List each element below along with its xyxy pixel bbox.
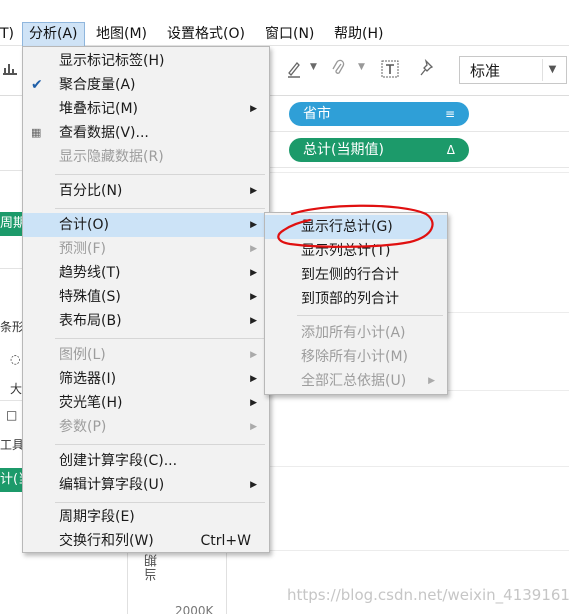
- menu-item-remove-all-subtotals: 移除所有小计(M): [301, 349, 409, 365]
- menu-separator: [55, 338, 265, 339]
- sort-icon: ≡: [444, 107, 455, 121]
- chevron-down-icon[interactable]: ▼: [310, 62, 317, 72]
- menu-item-edit-calculated-field[interactable]: 编辑计算字段(U) ▶: [23, 473, 269, 497]
- menu-help[interactable]: 帮助(H): [328, 22, 389, 46]
- paperclip-icon[interactable]: [331, 59, 345, 81]
- menu-item-filters[interactable]: 筛选器(I) ▶: [23, 367, 269, 391]
- menu-item-special-values[interactable]: 特殊值(S) ▶: [23, 285, 269, 309]
- menu-item-stack-marks[interactable]: 堆叠标记(M) ▶: [23, 97, 269, 121]
- chevron-right-icon: ▶: [250, 398, 257, 408]
- menu-separator: [55, 502, 265, 503]
- menu-item-create-calculated-field[interactable]: 创建计算字段(C)...: [23, 449, 269, 473]
- province-pill-label: 省市: [303, 106, 331, 122]
- total-measure-label: 总计(当期值): [303, 142, 384, 158]
- pin-icon[interactable]: [420, 58, 436, 81]
- menu-item-cycle-fields[interactable]: 周期字段(E): [23, 505, 269, 529]
- watermark: https://blog.csdn.net/weixin_41391619: [287, 586, 569, 604]
- analysis-menu: 显示标记标签(H) ✔ 聚合度量(A) 堆叠标记(M) ▶ ▦ 查看数据(V)..…: [22, 46, 270, 553]
- divider: [0, 400, 22, 401]
- chevron-right-icon: ▶: [428, 376, 435, 386]
- chevron-right-icon: ▶: [250, 480, 257, 490]
- menu-item-parameters: 参数(P) ▶: [23, 415, 269, 439]
- left-panel: 周期 条形图 ◌ 大 □ 工具 计(当: [0, 96, 22, 614]
- checkmark-icon: ✔: [31, 77, 43, 93]
- menu-separator: [297, 315, 443, 316]
- chevron-down-icon[interactable]: ▼: [358, 62, 365, 72]
- menu-item-view-data[interactable]: ▦ 查看数据(V)...: [23, 121, 269, 145]
- menu-format[interactable]: 设置格式(O): [161, 22, 251, 46]
- divider: [0, 268, 22, 269]
- menu-separator: [55, 174, 265, 175]
- menu-item-total-all-using: 全部汇总依据(U) ▶: [265, 369, 447, 393]
- fit-select-value: 标准: [470, 62, 501, 80]
- menu-item-add-all-subtotals: 添加所有小计(A): [301, 325, 406, 341]
- divider: [270, 466, 569, 467]
- chevron-right-icon: ▶: [250, 220, 257, 230]
- shortcut-label: Ctrl+W: [200, 533, 251, 549]
- divider: [127, 550, 128, 614]
- menu-item-trend-lines[interactable]: 趋势线(T) ▶: [23, 261, 269, 285]
- total-measure-pill[interactable]: 总计(当期值) Δ: [289, 138, 469, 162]
- province-pill[interactable]: 省市 ≡: [289, 102, 469, 126]
- divider: [270, 550, 569, 551]
- chevron-right-icon: ▶: [250, 104, 257, 114]
- fit-select[interactable]: 标准 ▼: [459, 56, 567, 84]
- menu-item-table-layout[interactable]: 表布局(B) ▶: [23, 309, 269, 333]
- annotation-circle: [277, 204, 434, 248]
- menu-item-forecast: 预测(F) ▶: [23, 237, 269, 261]
- divider: [226, 550, 227, 614]
- menu-window[interactable]: 窗口(N): [259, 22, 320, 46]
- menu-item-percentage[interactable]: 百分比(N) ▶: [23, 179, 269, 203]
- marks-type-label: 条形图: [0, 320, 22, 334]
- chevron-right-icon: ▶: [250, 268, 257, 278]
- menu-item-totals[interactable]: 合计(O) ▶: [23, 213, 269, 237]
- chevron-right-icon: ▶: [250, 186, 257, 196]
- chevron-right-icon: ▶: [250, 350, 257, 360]
- chevron-right-icon: ▶: [250, 316, 257, 326]
- axis-tick: 2000K: [175, 604, 214, 614]
- chevron-down-icon[interactable]: ▼: [542, 59, 562, 81]
- menu-tool[interactable]: T): [0, 22, 20, 46]
- table-icon: ▦: [31, 126, 42, 139]
- menu-item-show-mark-labels[interactable]: 显示标记标签(H): [23, 49, 269, 73]
- pen-icon[interactable]: [286, 60, 302, 82]
- chevron-right-icon: ▶: [250, 244, 257, 254]
- rows-shelf: 省市 ≡: [270, 96, 569, 132]
- menu-item-swap-rows-columns[interactable]: 交换行和列(W) Ctrl+W: [23, 529, 269, 553]
- menu-separator: [55, 208, 265, 209]
- menu-bar: T) 分析(A) 地图(M) 设置格式(O) 窗口(N) 帮助(H): [0, 0, 569, 46]
- menu-analysis[interactable]: 分析(A): [22, 22, 85, 46]
- chart-icon[interactable]: [2, 60, 18, 80]
- chevron-right-icon: ▶: [250, 422, 257, 432]
- menu-item-column-totals-to-top[interactable]: 到顶部的列合计: [265, 287, 447, 311]
- menu-item-aggregate-measures[interactable]: ✔ 聚合度量(A): [23, 73, 269, 97]
- period-pill[interactable]: 周期: [0, 212, 22, 236]
- chevron-right-icon: ▶: [250, 374, 257, 384]
- menu-map[interactable]: 地图(M): [90, 22, 153, 46]
- columns-shelf: 总计(当期值) Δ: [270, 132, 569, 168]
- menu-item-row-totals-to-left[interactable]: 到左侧的行合计: [265, 263, 447, 287]
- menu-separator: [55, 444, 265, 445]
- menu-item-highlighters[interactable]: 荧光笔(H) ▶: [23, 391, 269, 415]
- divider: [0, 170, 22, 171]
- measure-pill-partial[interactable]: 计(当: [0, 468, 22, 492]
- menu-item-show-hidden-data: 显示隐藏数据(R): [59, 149, 164, 165]
- divider: [448, 312, 569, 313]
- delta-icon: Δ: [446, 143, 455, 157]
- tooltip-label: 工具: [0, 438, 22, 452]
- textbox-icon[interactable]: [381, 60, 399, 82]
- menu-item-legends: 图例(L) ▶: [23, 343, 269, 367]
- chevron-right-icon: ▶: [250, 292, 257, 302]
- divider: [448, 390, 569, 391]
